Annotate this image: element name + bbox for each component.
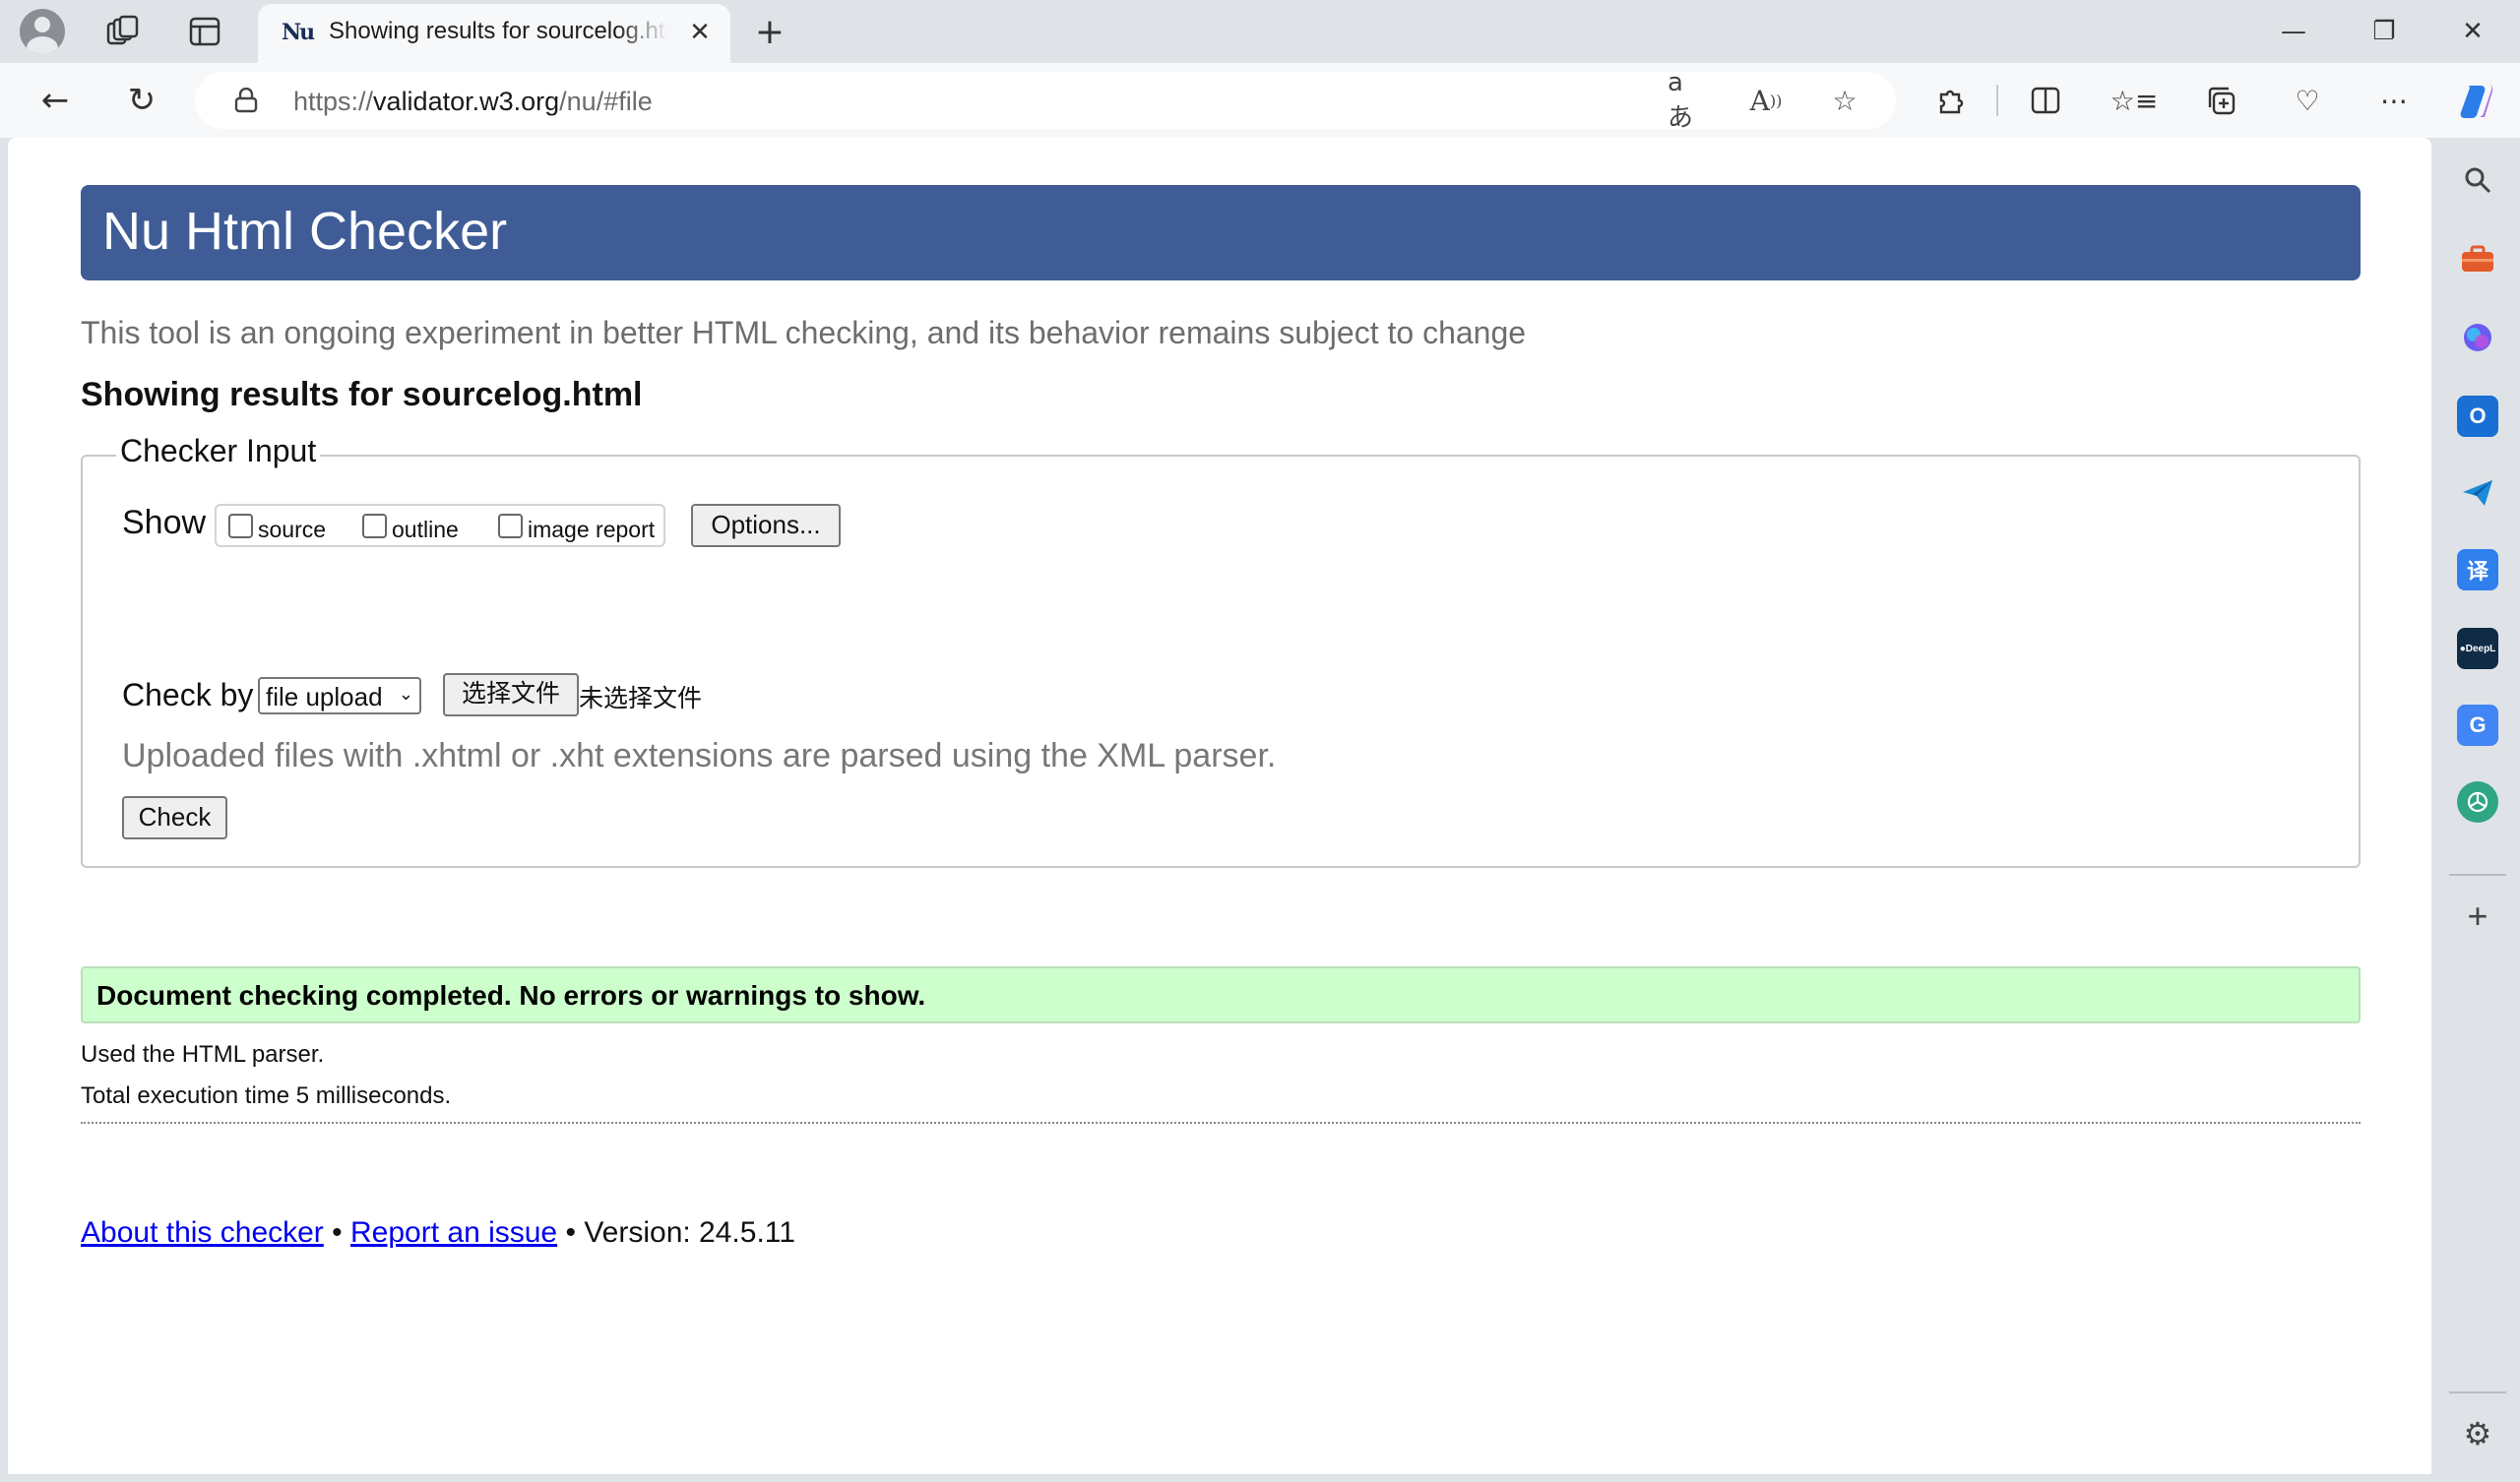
browser-essentials-icon[interactable]: ♡ <box>2284 79 2331 122</box>
favorites-icon[interactable]: ☆≡ <box>2110 79 2159 122</box>
split-screen-icon[interactable] <box>2022 79 2069 122</box>
search-icon[interactable] <box>2457 159 2498 201</box>
checker-input-fieldset: Checker Input Show source outline image … <box>81 433 2361 868</box>
tagline: This tool is an ongoing experiment in be… <box>81 315 1527 350</box>
read-aloud-icon[interactable]: A)) <box>1746 83 1786 118</box>
add-icon[interactable]: + <box>2457 895 2498 937</box>
results-heading: Showing results for sourcelog.html <box>81 376 643 413</box>
tools-icon[interactable] <box>2457 238 2498 279</box>
choose-file-button[interactable]: 选择文件 <box>443 673 579 716</box>
xml-parser-hint: Uploaded files with .xhtml or .xht exten… <box>122 737 1277 774</box>
close-window-icon[interactable]: ✕ <box>2443 8 2502 55</box>
url-path: /nu/#file <box>559 87 653 116</box>
sidebar-divider <box>2449 1391 2506 1393</box>
report-issue-link[interactable]: Report an issue <box>350 1216 557 1249</box>
chatgpt-icon[interactable] <box>2457 781 2498 823</box>
collections-icon[interactable] <box>2197 79 2244 122</box>
footer: About this checker • Report an issue • V… <box>81 1216 795 1250</box>
copilot-icon[interactable] <box>2457 317 2498 358</box>
tab-title: Showing results for sourcelog.html <box>329 18 668 44</box>
address-bar[interactable]: https://validator.w3.org/nu/#file aあ A))… <box>195 68 1896 133</box>
image-report-checkbox-label[interactable]: image report <box>528 517 655 543</box>
no-file-selected-text: 未选择文件 <box>579 684 703 712</box>
about-link[interactable]: About this checker <box>81 1216 324 1249</box>
deepl-icon[interactable]: ●DeepL <box>2457 628 2498 669</box>
translate-icon[interactable]: 译 <box>2457 549 2498 590</box>
check-by-value: file upload <box>266 682 383 711</box>
extensions-icon[interactable] <box>1927 79 1975 122</box>
check-button[interactable]: Check <box>122 796 227 839</box>
footer-separator: • <box>332 1216 343 1249</box>
outline-checkbox-label[interactable]: outline <box>392 517 459 543</box>
toolbar-divider <box>1996 85 1998 116</box>
favorite-star-icon[interactable]: ☆ <box>1825 83 1864 118</box>
url-text[interactable]: https://validator.w3.org/nu/#file <box>293 87 653 117</box>
more-icon[interactable]: ⋯ <box>2370 79 2418 122</box>
image-report-checkbox[interactable] <box>498 514 523 538</box>
restore-icon[interactable]: ❐ <box>2355 8 2414 55</box>
show-label: Show <box>122 504 207 541</box>
source-checkbox[interactable] <box>228 514 253 538</box>
options-button[interactable]: Options... <box>691 504 841 547</box>
check-by-label: Check by <box>122 677 254 712</box>
execution-time: Total execution time 5 milliseconds. <box>81 1082 452 1109</box>
show-options-group: source outline image report <box>215 504 665 547</box>
divider <box>81 1122 2361 1124</box>
lock-icon[interactable] <box>234 87 258 113</box>
google-translate-icon[interactable]: G <box>2457 705 2498 746</box>
copilot-icon[interactable] <box>2453 79 2500 122</box>
tab-strip: Nu Showing results for sourcelog.html ✕ … <box>0 0 2520 63</box>
outline-checkbox[interactable] <box>362 514 387 538</box>
version-text: Version: 24.5.11 <box>584 1216 795 1249</box>
page-title: Nu Html Checker <box>102 202 508 261</box>
url-scheme: https:// <box>293 87 374 116</box>
w3c-validator-favicon-icon: Nu <box>282 20 315 45</box>
outlook-icon[interactable]: O <box>2457 396 2498 437</box>
checker-input-legend: Checker Input <box>116 433 321 469</box>
success-message: Document checking completed. No errors o… <box>81 966 2361 1023</box>
url-host: validator.w3.org <box>373 87 560 116</box>
footer-separator: • <box>565 1216 576 1249</box>
chevron-down-icon: ⌄ <box>398 684 413 704</box>
tab-close-icon[interactable]: ✕ <box>685 18 715 47</box>
back-icon[interactable]: ← <box>30 75 81 126</box>
browser-toolbar: ← ↻ https://validator.w3.org/nu/#file aあ… <box>0 63 2520 138</box>
new-tab-icon[interactable]: + <box>750 12 789 52</box>
parser-note: Used the HTML parser. <box>81 1041 325 1068</box>
minimize-icon[interactable]: — <box>2264 8 2323 55</box>
profile-avatar-icon[interactable] <box>20 9 65 54</box>
header-banner: Nu Html Checker <box>81 185 2361 280</box>
sidebar-divider <box>2449 874 2506 876</box>
translate-icon[interactable]: aあ <box>1668 68 1707 133</box>
reload-icon[interactable]: ↻ <box>116 75 167 126</box>
edge-sidebar: O 译 ●DeepL G + ⚙ <box>2435 138 2520 1482</box>
success-message-text: Document checking completed. No errors o… <box>96 980 926 1011</box>
check-by-select[interactable]: file upload ⌄ <box>258 677 421 714</box>
source-checkbox-label[interactable]: source <box>258 517 326 543</box>
active-tab[interactable]: Nu Showing results for sourcelog.html ✕ <box>258 4 730 63</box>
web-page: Nu Html Checker This tool is an ongoing … <box>8 138 2431 1474</box>
send-icon[interactable] <box>2457 472 2498 514</box>
settings-icon[interactable]: ⚙ <box>2457 1413 2498 1454</box>
workspaces-icon[interactable] <box>102 12 142 51</box>
vertical-tabs-icon[interactable] <box>185 12 224 51</box>
